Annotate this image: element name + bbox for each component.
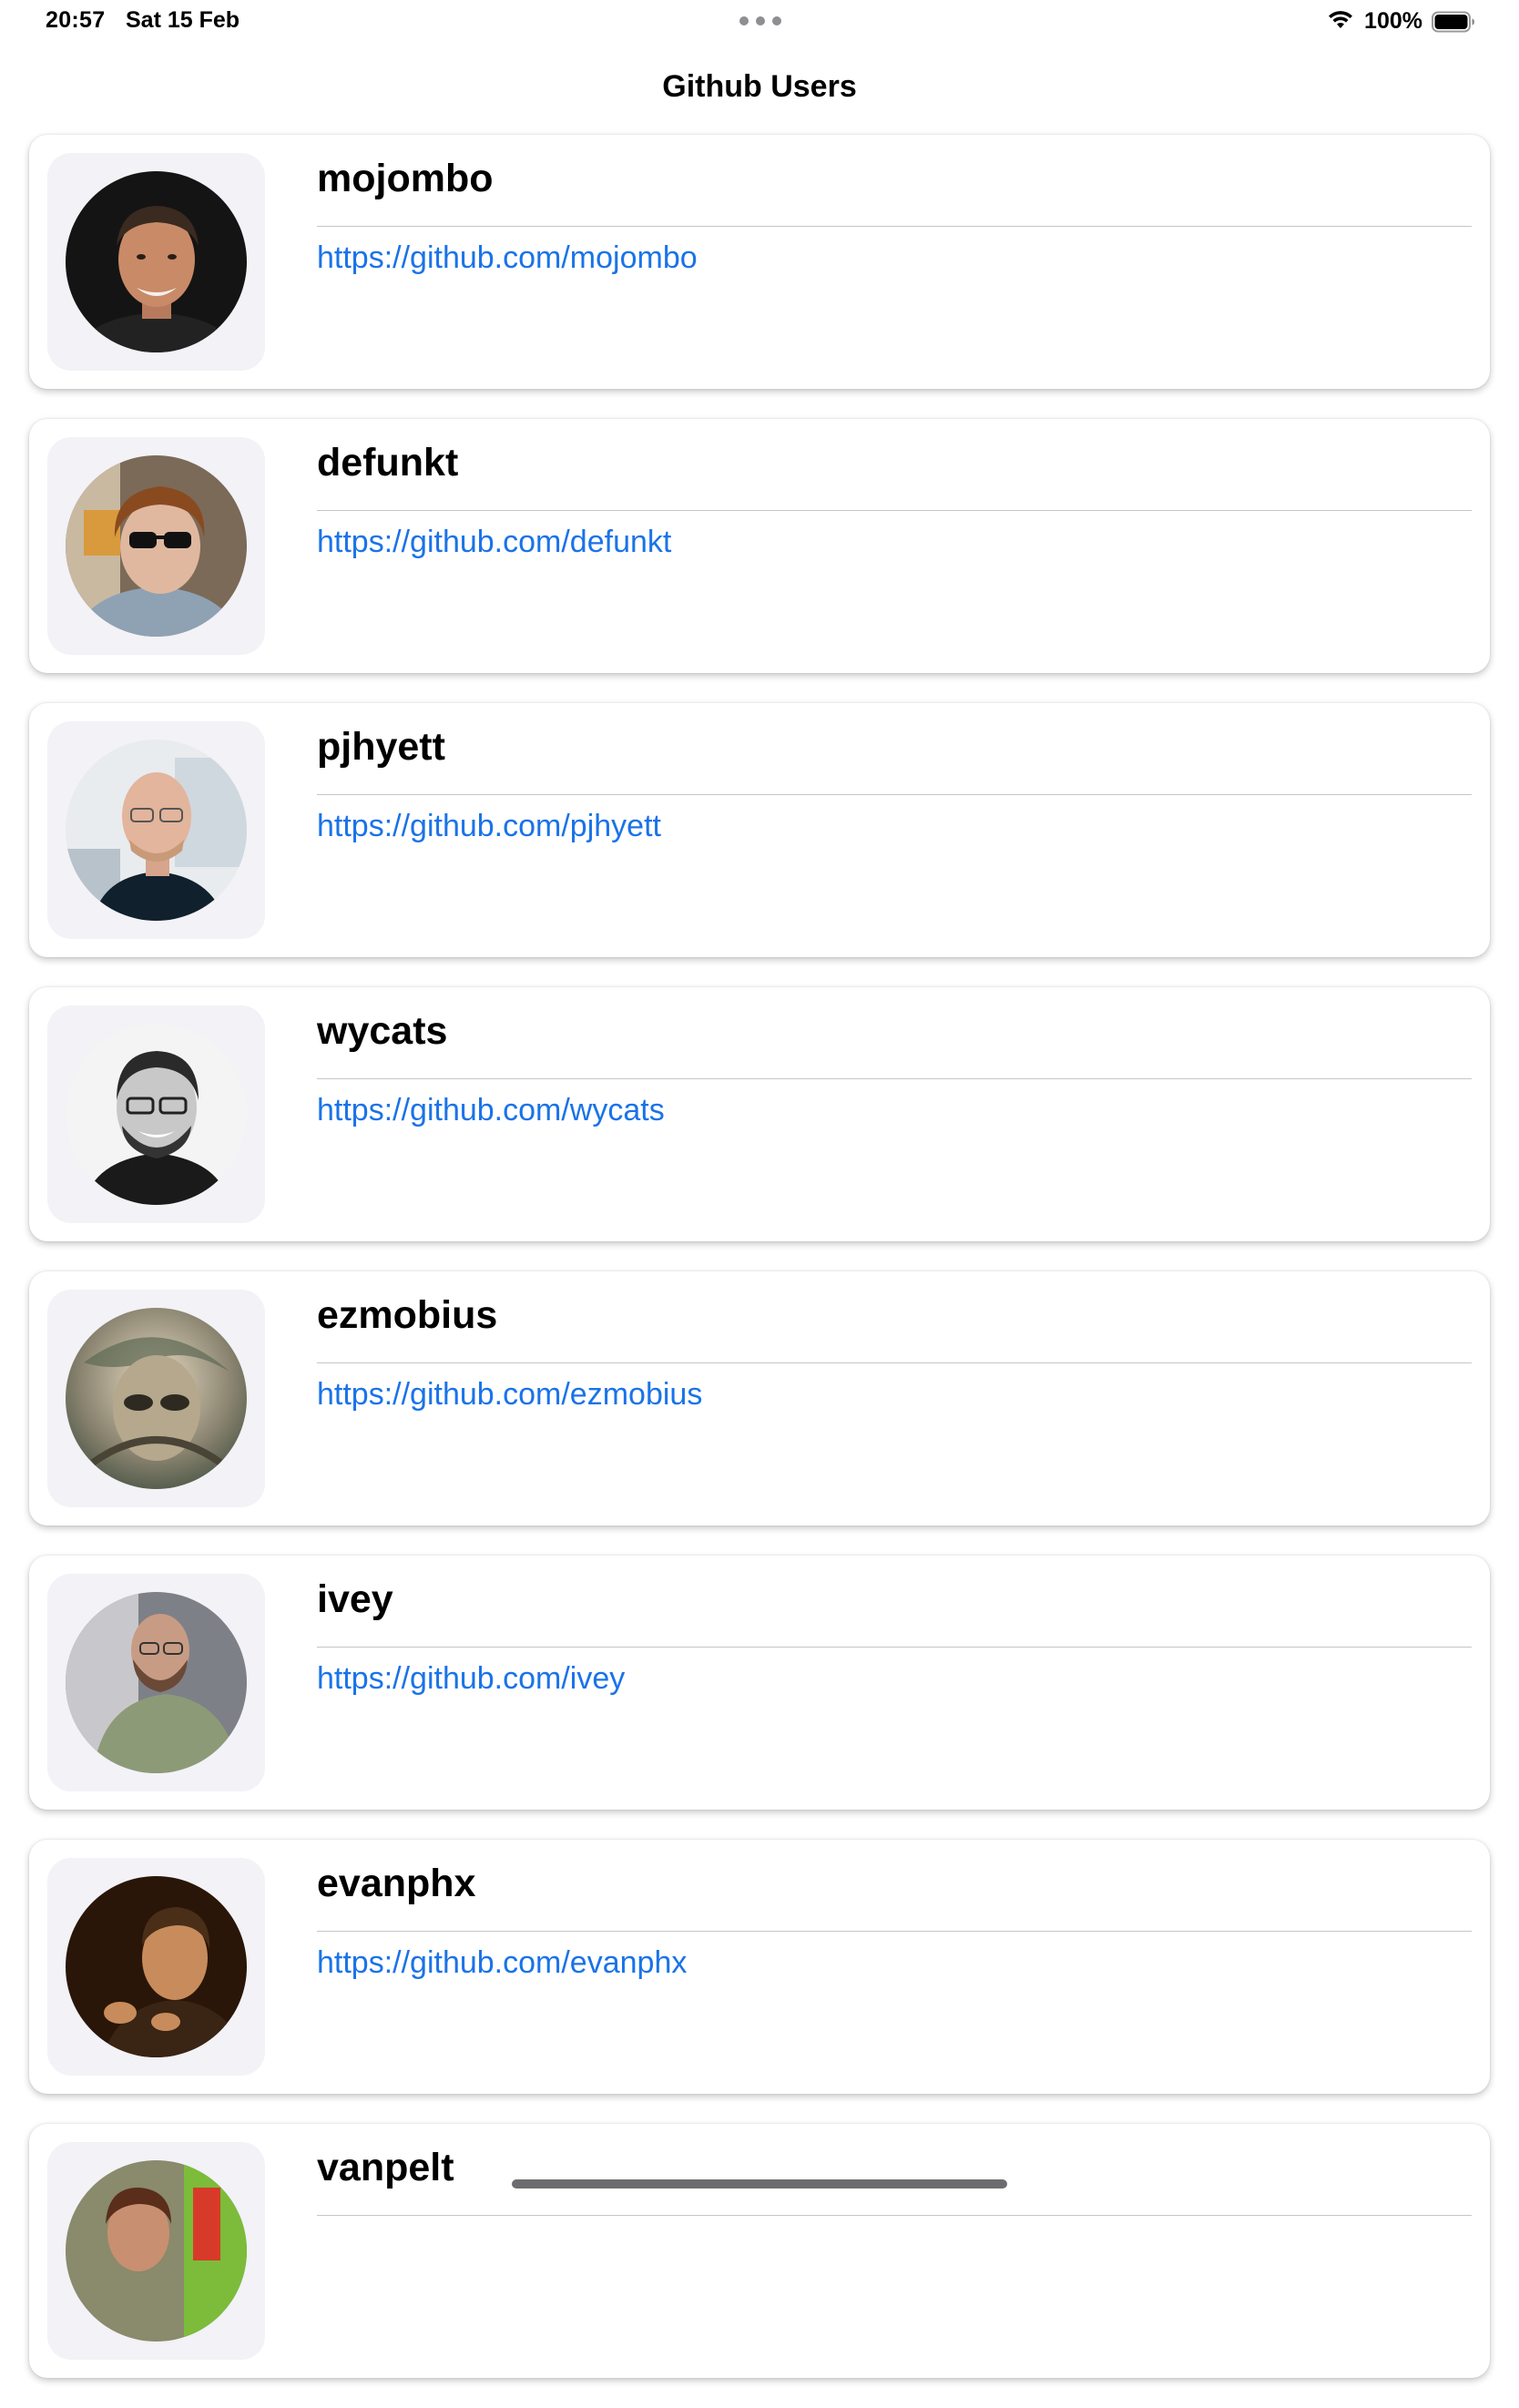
divider bbox=[317, 1362, 1472, 1363]
user-login: defunkt bbox=[317, 441, 459, 485]
wifi-icon bbox=[1326, 8, 1355, 35]
divider bbox=[317, 226, 1472, 227]
user-login: evanphx bbox=[317, 1862, 476, 1905]
home-indicator[interactable] bbox=[512, 2179, 1007, 2189]
status-indicators: 100% bbox=[1326, 5, 1474, 36]
user-card[interactable]: wycats https://github.com/wycats bbox=[29, 987, 1490, 1241]
user-avatar bbox=[66, 740, 247, 921]
status-date: Sat 15 Feb bbox=[126, 7, 240, 33]
user-avatar bbox=[66, 171, 247, 352]
user-login: vanpelt bbox=[317, 2146, 454, 2189]
divider bbox=[317, 794, 1472, 795]
user-profile-link[interactable]: https://github.com/mojombo bbox=[317, 239, 698, 277]
user-card[interactable]: ivey https://github.com/ivey bbox=[29, 1556, 1490, 1810]
user-profile-link[interactable]: https://github.com/pjhyett bbox=[317, 807, 661, 845]
avatar-container bbox=[47, 721, 265, 939]
user-profile-link[interactable]: https://github.com/evanphx bbox=[317, 1944, 687, 1982]
user-avatar bbox=[66, 2160, 247, 2342]
user-profile-link[interactable]: https://github.com/ivey bbox=[317, 1659, 625, 1698]
user-profile-link[interactable]: https://github.com/wycats bbox=[317, 1091, 665, 1129]
divider bbox=[317, 1078, 1472, 1079]
divider bbox=[317, 2215, 1472, 2216]
user-avatar bbox=[66, 1592, 247, 1773]
user-avatar bbox=[66, 1308, 247, 1489]
user-login: mojombo bbox=[317, 157, 494, 200]
status-time: 20:57 bbox=[46, 7, 106, 33]
avatar-container bbox=[47, 1858, 265, 2076]
user-card[interactable]: vanpelt bbox=[29, 2124, 1490, 2378]
avatar-container bbox=[47, 1005, 265, 1223]
user-profile-link[interactable]: https://github.com/defunkt bbox=[317, 523, 671, 561]
avatar-container bbox=[47, 1574, 265, 1791]
user-avatar bbox=[66, 455, 247, 637]
divider bbox=[317, 510, 1472, 511]
avatar-container bbox=[47, 153, 265, 371]
user-avatar bbox=[66, 1876, 247, 2057]
divider bbox=[317, 1647, 1472, 1648]
user-card[interactable]: evanphx https://github.com/evanphx bbox=[29, 1840, 1490, 2094]
avatar-container bbox=[47, 2142, 265, 2360]
page-title: Github Users bbox=[662, 69, 857, 104]
user-avatar bbox=[66, 1024, 247, 1205]
user-card[interactable]: defunkt https://github.com/defunkt bbox=[29, 419, 1490, 673]
user-card[interactable]: pjhyett https://github.com/pjhyett bbox=[29, 703, 1490, 957]
user-login: wycats bbox=[317, 1009, 448, 1053]
avatar-container bbox=[47, 437, 265, 655]
user-card[interactable]: ezmobius https://github.com/ezmobius bbox=[29, 1271, 1490, 1525]
user-login: pjhyett bbox=[317, 725, 445, 769]
multitasking-dots-icon[interactable] bbox=[739, 16, 781, 26]
status-bar: 20:57 Sat 15 Feb 100% bbox=[0, 0, 1519, 44]
user-card[interactable]: mojombo https://github.com/mojombo bbox=[29, 135, 1490, 389]
battery-icon bbox=[1432, 11, 1474, 33]
user-login: ezmobius bbox=[317, 1293, 498, 1337]
user-list[interactable]: mojombo https://github.com/mojombo defun… bbox=[29, 135, 1490, 2408]
battery-percentage: 100% bbox=[1364, 7, 1422, 34]
user-login: ivey bbox=[317, 1577, 393, 1621]
divider bbox=[317, 1931, 1472, 1932]
avatar-container bbox=[47, 1290, 265, 1507]
user-profile-link[interactable]: https://github.com/ezmobius bbox=[317, 1375, 702, 1413]
